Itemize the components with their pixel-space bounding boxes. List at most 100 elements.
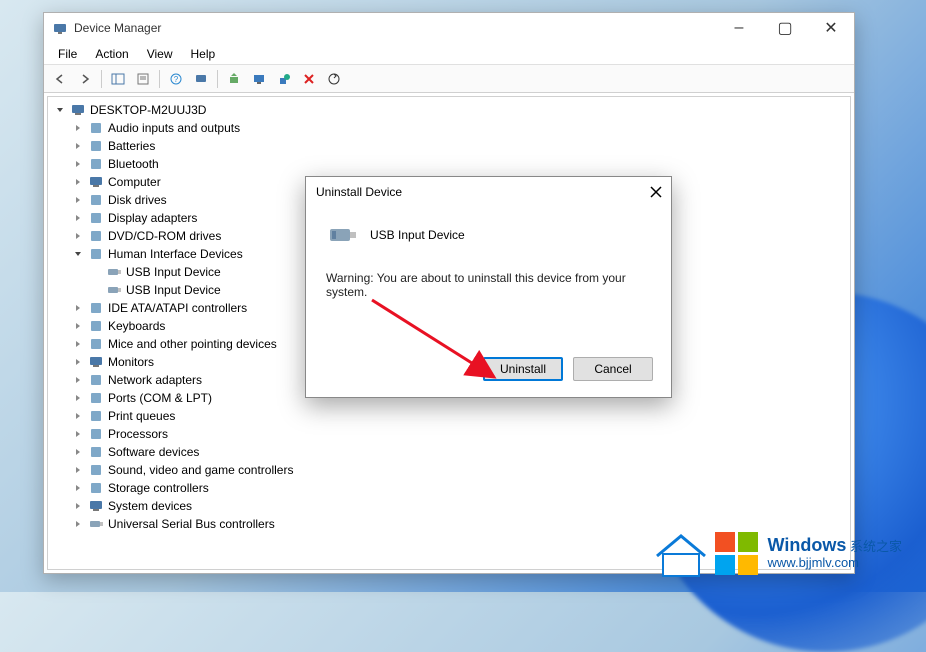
menu-view[interactable]: View [139,45,181,63]
expander-icon[interactable] [90,284,102,296]
window-title: Device Manager [74,21,716,35]
expander-icon[interactable] [72,518,84,530]
expander-icon[interactable] [72,248,84,260]
expander-icon[interactable] [72,374,84,386]
tree-node-label: Processors [108,427,168,441]
expander-icon[interactable] [72,158,84,170]
tree-node-label: Computer [108,175,161,189]
scan-hardware-button[interactable] [189,68,213,90]
expander-icon[interactable] [72,212,84,224]
tree-node-label: Human Interface Devices [108,247,243,261]
monitor-button[interactable] [247,68,271,90]
generic-icon [88,336,104,352]
expander-icon[interactable] [72,500,84,512]
tree-node-label: Display adapters [108,211,197,225]
generic-icon [88,228,104,244]
tree-node-print-queues[interactable]: Print queues [50,407,848,425]
device-row: USB Input Device [326,219,651,251]
tree-node-storage-controllers[interactable]: Storage controllers [50,479,848,497]
cancel-button[interactable]: Cancel [573,357,653,381]
usb-device-icon [326,219,358,251]
expander-icon[interactable] [72,464,84,476]
forward-button[interactable] [73,68,97,90]
expander-icon[interactable] [72,320,84,332]
expander-icon[interactable] [72,140,84,152]
usb-icon [106,264,122,280]
tree-node-label: USB Input Device [126,283,221,297]
computer-icon [88,498,104,514]
generic-icon [88,192,104,208]
expander-icon[interactable] [72,356,84,368]
expander-icon[interactable] [72,230,84,242]
titlebar: Device Manager – ▢ ✕ [44,13,854,43]
expander-icon[interactable] [72,122,84,134]
usb-icon [88,516,104,532]
menu-action[interactable]: Action [87,45,136,63]
warning-text: Warning: You are about to uninstall this… [326,271,651,299]
device-name: USB Input Device [370,228,465,242]
expander-icon[interactable] [72,482,84,494]
tree-node-label: Disk drives [108,193,167,207]
watermark-text: Windows 系统之家 www.bjjmlv.com [768,536,902,570]
menu-help[interactable]: Help [183,45,224,63]
tree-node-sound-video-and-game-controllers[interactable]: Sound, video and game controllers [50,461,848,479]
app-icon [52,20,68,36]
close-button[interactable]: ✕ [808,13,854,43]
expander-icon[interactable] [54,104,66,116]
update-driver-button[interactable] [222,68,246,90]
tree-node-software-devices[interactable]: Software devices [50,443,848,461]
refresh-button[interactable] [322,68,346,90]
dialog-title: Uninstall Device [316,185,641,199]
help-button[interactable]: ? [164,68,188,90]
uninstall-device-button[interactable] [272,68,296,90]
tree-node-label: Ports (COM & LPT) [108,391,212,405]
expander-icon[interactable] [72,302,84,314]
expander-icon[interactable] [72,176,84,188]
expander-icon[interactable] [90,266,102,278]
generic-icon [88,318,104,334]
generic-icon [88,210,104,226]
expander-icon[interactable] [72,446,84,458]
toolbar-separator [159,70,160,88]
delete-button[interactable] [297,68,321,90]
menu-file[interactable]: File [50,45,85,63]
toolbar: ? [44,65,854,93]
tree-node-label: System devices [108,499,192,513]
generic-icon [88,462,104,478]
expander-icon[interactable] [72,428,84,440]
generic-icon [88,120,104,136]
tree-node-label: Audio inputs and outputs [108,121,240,135]
generic-icon [88,300,104,316]
generic-icon [88,372,104,388]
tree-node-processors[interactable]: Processors [50,425,848,443]
minimize-button[interactable]: – [716,13,762,43]
tree-node-label: Storage controllers [108,481,209,495]
computer-icon [88,174,104,190]
dialog-close-button[interactable] [641,177,671,207]
tree-node-label: Print queues [108,409,175,423]
maximize-button[interactable]: ▢ [762,13,808,43]
uninstall-device-dialog: Uninstall Device USB Input Device Warnin… [305,176,672,398]
tree-node-system-devices[interactable]: System devices [50,497,848,515]
back-button[interactable] [48,68,72,90]
tree-node-batteries[interactable]: Batteries [50,137,848,155]
tree-node-label: Mice and other pointing devices [108,337,277,351]
expander-icon[interactable] [72,338,84,350]
tree-node-label: Monitors [108,355,154,369]
watermark: Windows 系统之家 www.bjjmlv.com [653,528,902,578]
generic-icon [88,156,104,172]
tree-root-node[interactable]: DESKTOP-M2UUJ3D [50,101,848,119]
generic-icon [88,246,104,262]
properties-button[interactable] [131,68,155,90]
tree-node-label: Bluetooth [108,157,159,171]
tree-node-label: DESKTOP-M2UUJ3D [90,103,206,117]
tree-node-label: Sound, video and game controllers [108,463,293,477]
show-hide-tree-button[interactable] [106,68,130,90]
tree-node-audio-inputs-and-outputs[interactable]: Audio inputs and outputs [50,119,848,137]
expander-icon[interactable] [72,410,84,422]
expander-icon[interactable] [72,194,84,206]
dialog-titlebar: Uninstall Device [306,177,671,207]
tree-node-bluetooth[interactable]: Bluetooth [50,155,848,173]
expander-icon[interactable] [72,392,84,404]
uninstall-button[interactable]: Uninstall [483,357,563,381]
